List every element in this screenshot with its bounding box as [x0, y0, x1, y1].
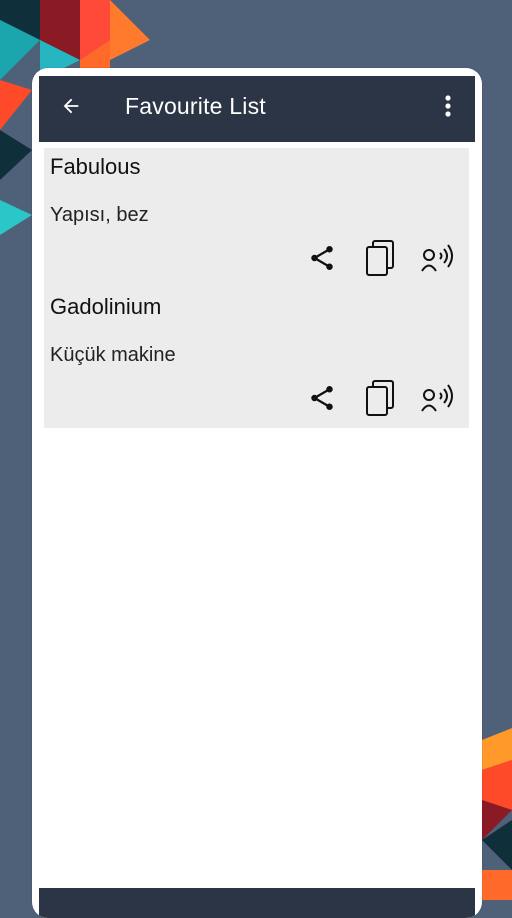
item-meaning: Küçük makine [50, 344, 176, 366]
speak-button[interactable] [419, 240, 457, 280]
device-frame: Favourite List Fabulous Yapısı, bez Gado… [32, 68, 482, 918]
list-item: Gadolinium Küçük makine [44, 288, 469, 428]
favourite-list: Fabulous Yapısı, bez Gadolinium Küçük ma… [44, 148, 469, 908]
speak-button[interactable] [419, 380, 457, 420]
speak-icon [420, 243, 456, 278]
item-word: Fabulous [50, 154, 141, 179]
back-button[interactable] [53, 90, 89, 126]
copy-icon [364, 239, 396, 282]
app-screen: Favourite List Fabulous Yapısı, bez Gado… [39, 76, 475, 918]
share-button[interactable] [303, 240, 341, 280]
page-title: Favourite List [125, 93, 266, 119]
bottom-bar [39, 888, 475, 918]
item-actions [303, 379, 457, 422]
copy-icon [364, 379, 396, 422]
arrow-back-icon [60, 95, 82, 122]
speak-icon [420, 383, 456, 418]
list-item: Fabulous Yapısı, bez [44, 148, 469, 288]
app-bar: Favourite List [39, 76, 475, 142]
share-button[interactable] [303, 380, 341, 420]
share-icon [307, 383, 337, 418]
item-actions [303, 239, 457, 282]
more-vert-icon [444, 94, 452, 123]
copy-button[interactable] [361, 379, 399, 422]
item-meaning: Yapısı, bez [50, 204, 149, 226]
item-word: Gadolinium [50, 294, 162, 319]
copy-button[interactable] [361, 239, 399, 282]
overflow-menu-button[interactable] [433, 90, 463, 126]
share-icon [307, 243, 337, 278]
